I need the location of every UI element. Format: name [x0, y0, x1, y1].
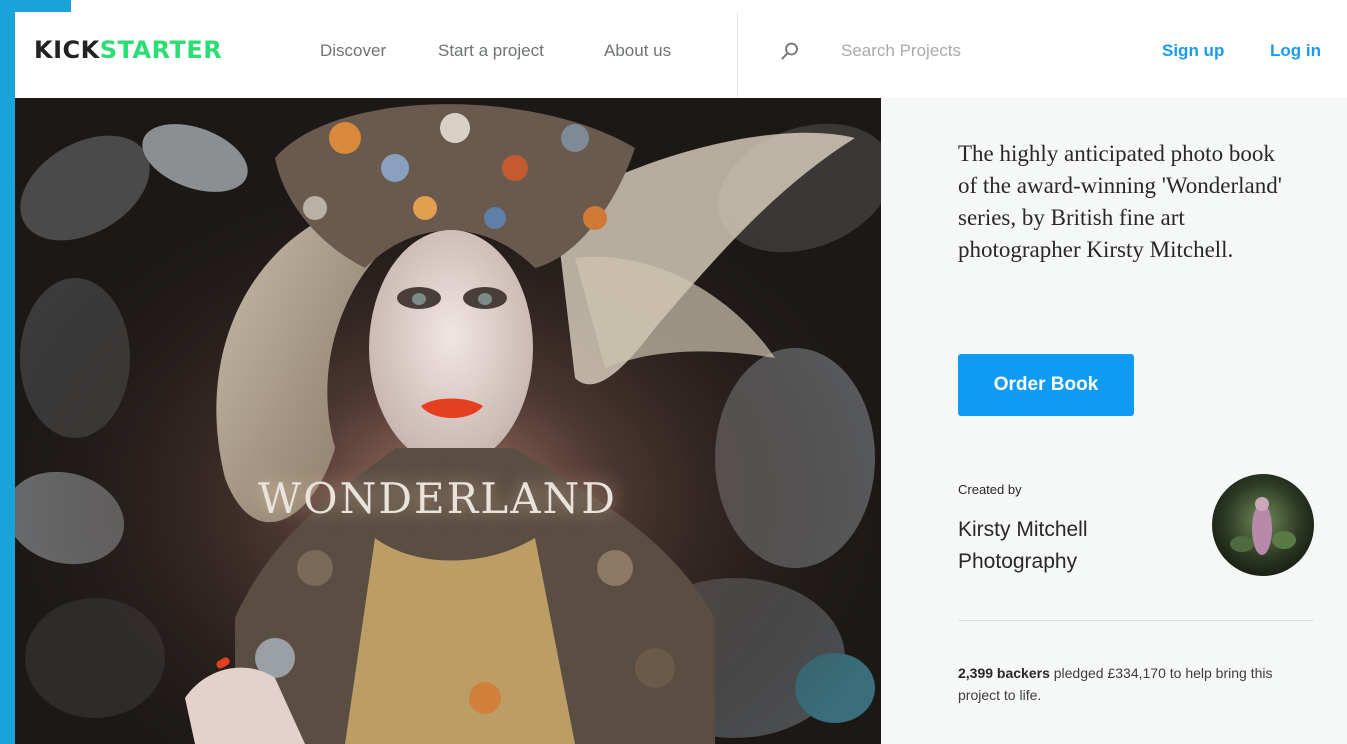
kickstarter-logo[interactable]: KICKSTARTER	[34, 36, 222, 64]
hero-wonderland-title: WONDERLAND	[258, 474, 617, 523]
nav-start-project[interactable]: Start a project	[438, 40, 544, 62]
header-divider	[737, 12, 738, 98]
backers-count: 2,399 backers	[958, 665, 1050, 681]
creator-name-line1: Kirsty Mitchell	[958, 518, 1088, 541]
creator-name-line2: Photography	[958, 550, 1078, 573]
order-book-button[interactable]: Order Book	[958, 354, 1134, 416]
nav-discover[interactable]: Discover	[320, 40, 386, 62]
search-icon[interactable]	[781, 42, 799, 60]
sidebar-divider	[958, 620, 1314, 621]
log-in-link[interactable]: Log in	[1270, 40, 1321, 62]
logo-starter-text: STARTER	[99, 36, 223, 64]
sign-up-link[interactable]: Sign up	[1162, 40, 1224, 62]
project-sidebar: The highly anticipated photo book of the…	[881, 98, 1347, 744]
nav-about-us[interactable]: About us	[604, 40, 671, 62]
project-blurb: The highly anticipated photo book of the…	[958, 141, 1282, 262]
hero-photo-illustration	[15, 98, 881, 744]
left-frame-strip	[0, 0, 15, 744]
search-input[interactable]	[841, 38, 1081, 64]
left-frame-tab	[15, 0, 71, 12]
created-by-label: Created by	[958, 482, 1022, 497]
site-header: KICKSTARTER Discover Start a project Abo…	[15, 12, 1347, 99]
creator-avatar[interactable]	[1212, 474, 1314, 576]
project-hero-image[interactable]: WONDERLAND	[15, 98, 881, 744]
funding-stats: 2,399 backers pledged £334,170 to help b…	[958, 662, 1318, 706]
logo-kick-text: KICK	[34, 36, 100, 64]
creator-name[interactable]: Kirsty Mitchell Photography	[958, 514, 1158, 578]
